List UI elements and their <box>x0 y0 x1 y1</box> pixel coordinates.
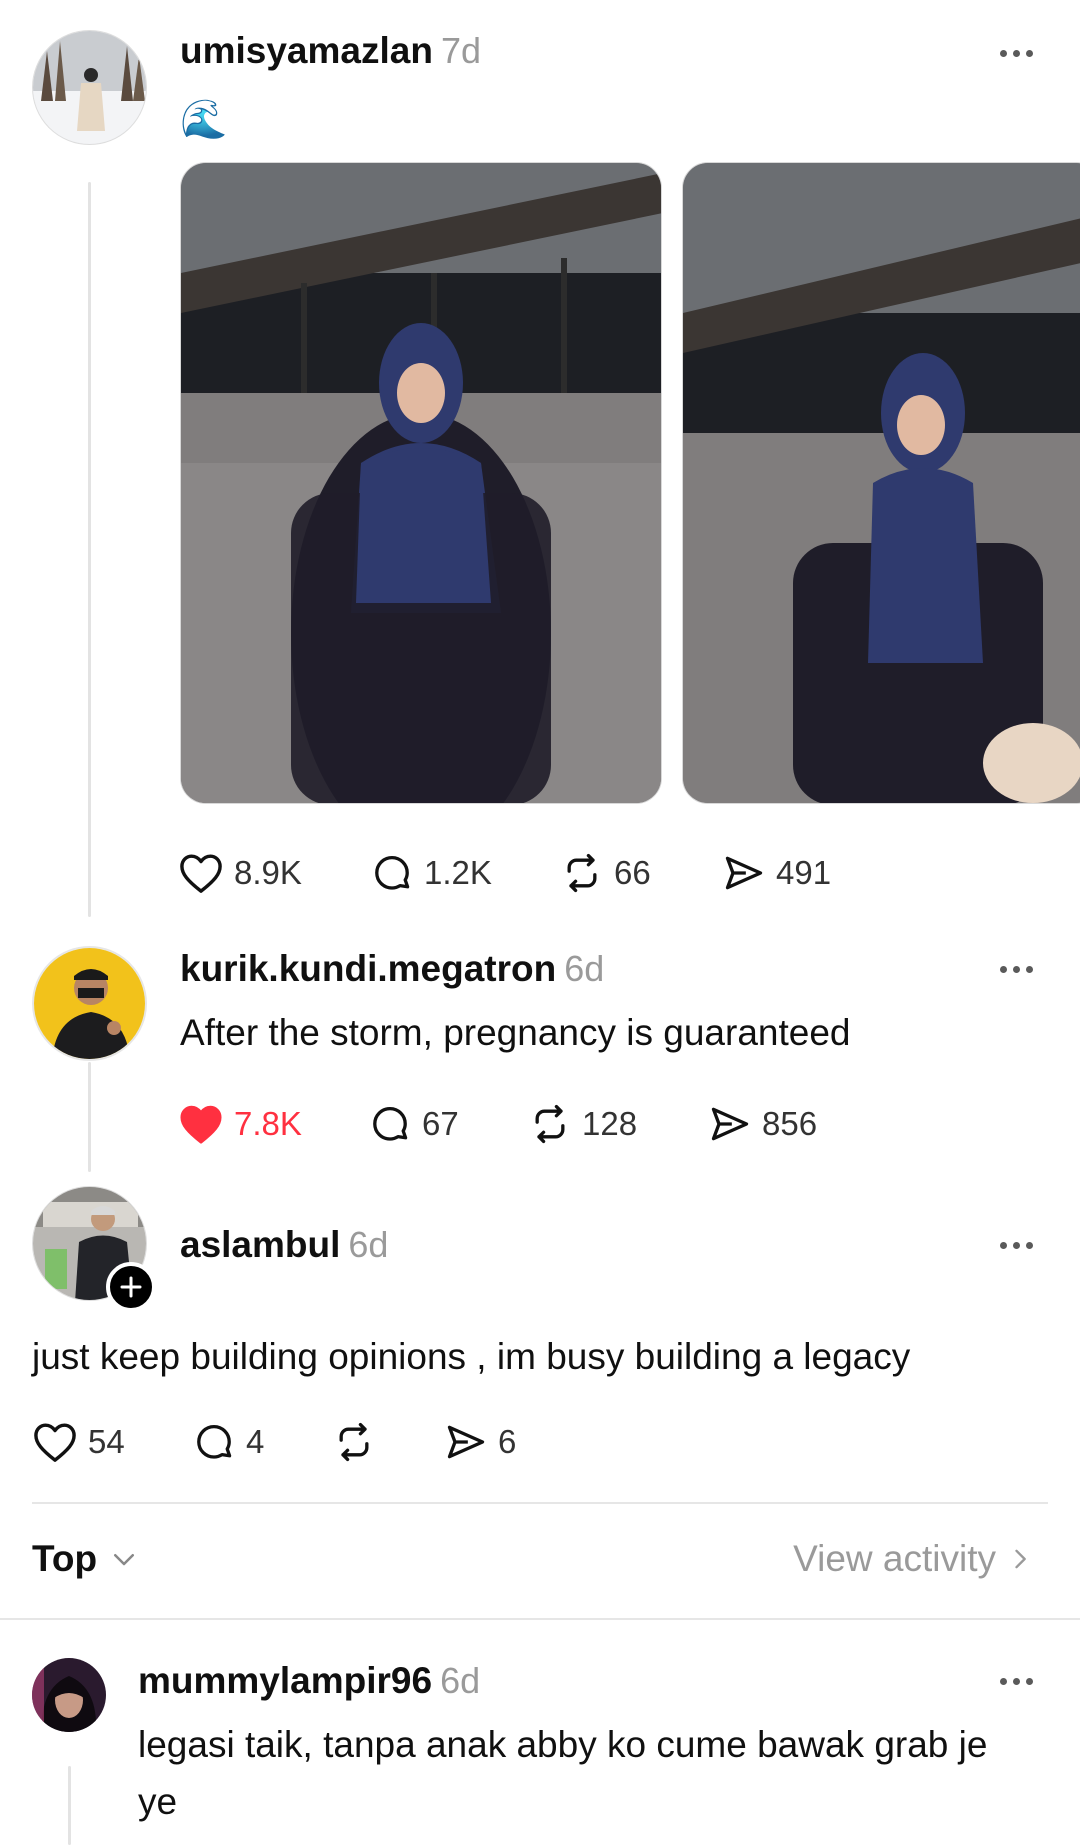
view-activity-label: View activity <box>793 1538 996 1579</box>
username[interactable]: mummylampir96 <box>138 1660 432 1702</box>
like-button[interactable]: 54 <box>32 1421 192 1463</box>
repost-icon <box>567 853 597 893</box>
repost-icon <box>339 1422 369 1462</box>
share-button[interactable]: 491 <box>722 851 831 895</box>
heart-icon <box>180 854 222 893</box>
reply-count: 1.2K <box>424 854 492 891</box>
comment-icon <box>373 1106 408 1141</box>
divider <box>0 1618 1080 1620</box>
avatar-umisyamazlan[interactable] <box>32 30 147 145</box>
more-options-icon[interactable] <box>1000 966 1033 973</box>
share-button[interactable]: 856 <box>708 1102 817 1146</box>
post-header: aslambul 6d <box>180 1224 388 1266</box>
repost-button[interactable]: 128 <box>528 1102 708 1146</box>
reply-button[interactable]: 4 <box>192 1420 332 1464</box>
chevron-right-icon <box>1015 1549 1026 1569</box>
username[interactable]: umisyamazlan <box>180 30 433 72</box>
like-count: 8.9K <box>234 854 302 891</box>
timestamp: 6d <box>348 1224 389 1265</box>
repost-icon <box>535 1104 565 1144</box>
post-actions: 7.8K 67 128 856 <box>178 1094 817 1154</box>
thread-line <box>88 182 91 917</box>
like-count: 7.8K <box>234 1105 302 1142</box>
thread-line <box>88 1062 91 1172</box>
view-activity-link[interactable]: View activity <box>793 1538 1034 1580</box>
follow-button[interactable] <box>106 1262 156 1312</box>
repost-button[interactable]: 66 <box>560 851 722 895</box>
avatar-mummylampir96[interactable] <box>32 1658 106 1732</box>
like-count: 54 <box>88 1423 125 1460</box>
more-options-icon[interactable] <box>1000 1242 1033 1249</box>
avatar-kurik-kundi-megatron[interactable] <box>32 946 147 1061</box>
post-image-2[interactable] <box>682 162 1080 804</box>
post-actions: 8.9K 1.2K 66 491 <box>178 843 831 903</box>
username[interactable]: aslambul <box>180 1224 340 1266</box>
comment-icon <box>375 855 410 890</box>
sort-dropdown[interactable]: Top <box>32 1538 139 1580</box>
send-icon <box>711 1107 749 1141</box>
comment-icon <box>197 1424 232 1459</box>
timestamp: 6d <box>440 1660 481 1701</box>
thread-line <box>68 1766 71 1845</box>
repost-button[interactable] <box>332 1420 444 1464</box>
plus-icon <box>120 1276 142 1298</box>
post-actions: 54 4 6 <box>32 1412 516 1472</box>
reply-count: 67 <box>422 1105 459 1142</box>
like-button[interactable]: 7.8K <box>178 1103 368 1145</box>
post-image-1[interactable] <box>180 162 662 804</box>
heart-filled-icon <box>180 1105 222 1144</box>
timestamp: 7d <box>440 30 481 71</box>
repost-count: 66 <box>614 854 651 891</box>
reply-text-line-2: ye <box>138 1781 178 1822</box>
more-options-icon[interactable] <box>1000 50 1033 57</box>
reply-button[interactable]: 1.2K <box>370 851 560 895</box>
reply-button[interactable]: 67 <box>368 1102 528 1146</box>
reply-header: mummylampir96 6d <box>138 1660 480 1702</box>
chevron-down-icon <box>114 1554 135 1566</box>
reply-count: 4 <box>246 1423 265 1460</box>
heart-icon <box>34 1423 76 1462</box>
send-icon <box>725 856 763 890</box>
divider <box>32 1502 1048 1504</box>
more-options-icon[interactable] <box>1000 1678 1033 1685</box>
like-button[interactable]: 8.9K <box>178 852 370 894</box>
post-header: kurik.kundi.megatron 6d <box>180 948 604 990</box>
timestamp: 6d <box>564 948 605 989</box>
username[interactable]: kurik.kundi.megatron <box>180 948 556 990</box>
post-text: 🌊 <box>180 99 228 141</box>
post-header: umisyamazlan 7d <box>180 30 481 72</box>
share-button[interactable]: 6 <box>444 1420 516 1464</box>
post-text: just keep building opinions , im busy bu… <box>32 1336 911 1377</box>
send-icon <box>447 1425 485 1459</box>
share-count: 491 <box>776 854 832 891</box>
sort-label: Top <box>32 1538 98 1579</box>
post-text: After the storm, pregnancy is guaranteed <box>180 1012 851 1053</box>
repost-count: 128 <box>582 1105 638 1142</box>
share-count: 856 <box>762 1105 818 1142</box>
reply-text-line-1: legasi taik, tanpa anak abby ko cume baw… <box>138 1724 988 1765</box>
share-count: 6 <box>498 1423 517 1460</box>
